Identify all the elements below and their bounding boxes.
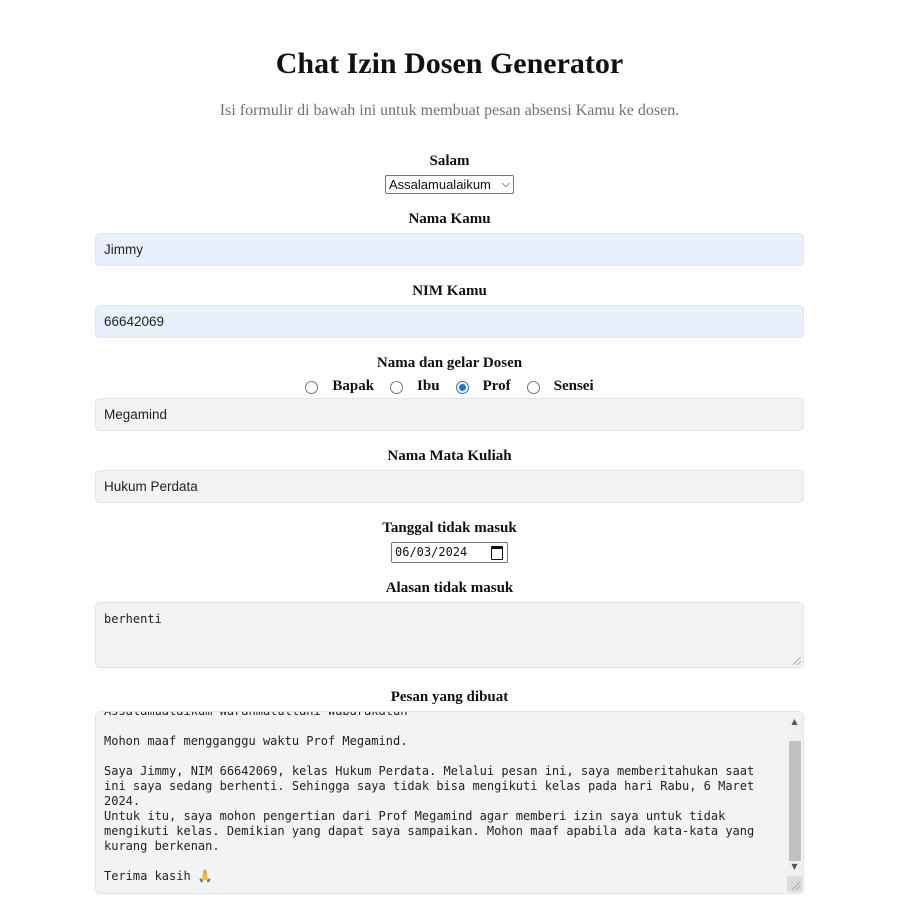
scroll-down-icon[interactable]: ▼ xyxy=(787,860,802,874)
page-title: Chat Izin Dosen Generator xyxy=(275,47,624,80)
nim-label: NIM Kamu xyxy=(412,283,487,299)
dosen-title-radio-group: Bapak Ibu Prof Sensei xyxy=(0,376,899,396)
matkul-label: Nama Mata Kuliah xyxy=(387,448,512,464)
scrollbar-thumb[interactable] xyxy=(789,741,801,861)
radio-option-bapak[interactable]: Bapak xyxy=(305,378,374,395)
dosen-label: Nama dan gelar Dosen xyxy=(376,355,523,371)
radio-option-prof[interactable]: Prof xyxy=(455,377,511,395)
dosen-name-input[interactable]: Megamind xyxy=(95,398,804,431)
alasan-text: berhenti xyxy=(104,612,162,626)
nim-input[interactable]: 66642069 xyxy=(95,305,804,338)
radio-button-sensei[interactable] xyxy=(526,380,540,394)
radio-label-sensei: Sensei xyxy=(553,377,594,394)
pesan-scrollbar[interactable]: ▲ ▼ xyxy=(787,713,802,892)
pesan-label: Pesan yang dibuat xyxy=(390,689,509,705)
radio-option-ibu[interactable]: Ibu xyxy=(390,378,440,395)
salam-select[interactable]: Assalamualaikum ⌵ xyxy=(385,175,514,194)
radio-button-ibu[interactable] xyxy=(390,380,404,394)
radio-label-ibu: Ibu xyxy=(417,377,440,394)
alasan-label: Alasan tidak masuk xyxy=(385,580,514,596)
salam-label: Salam xyxy=(429,153,470,169)
pesan-text: Assalamualaikum Warahmatullahi Wabarakat… xyxy=(104,711,755,883)
scroll-up-icon[interactable]: ▲ xyxy=(787,715,802,729)
tanggal-label: Tanggal tidak masuk xyxy=(382,520,517,536)
tanggal-value: 06/03/2024 xyxy=(395,545,468,559)
matkul-input[interactable]: Hukum Perdata xyxy=(95,470,804,503)
resize-handle-icon[interactable] xyxy=(792,882,800,890)
radio-label-bapak: Bapak xyxy=(332,377,375,394)
radio-option-sensei[interactable]: Sensei xyxy=(526,377,594,395)
radio-button-bapak[interactable] xyxy=(305,380,319,394)
radio-button-prof[interactable] xyxy=(455,380,469,394)
pesan-textarea[interactable]: Assalamualaikum Warahmatullahi Wabarakat… xyxy=(95,711,804,894)
radio-label-prof: Prof xyxy=(482,377,511,394)
salam-select-value: Assalamualaikum xyxy=(389,177,491,192)
resize-corner[interactable] xyxy=(787,876,802,892)
page-subtitle: Isi formulir di bawah ini untuk membuat … xyxy=(219,102,680,119)
alasan-textarea[interactable]: berhenti xyxy=(95,602,804,668)
tanggal-date-input[interactable]: 06/03/2024 xyxy=(391,542,508,563)
nama-label: Nama Kamu xyxy=(408,211,491,227)
nama-input[interactable]: Jimmy xyxy=(95,233,804,266)
calendar-icon[interactable] xyxy=(491,546,503,560)
chevron-down-icon: ⌵ xyxy=(501,178,510,190)
resize-handle-icon[interactable] xyxy=(793,657,801,665)
